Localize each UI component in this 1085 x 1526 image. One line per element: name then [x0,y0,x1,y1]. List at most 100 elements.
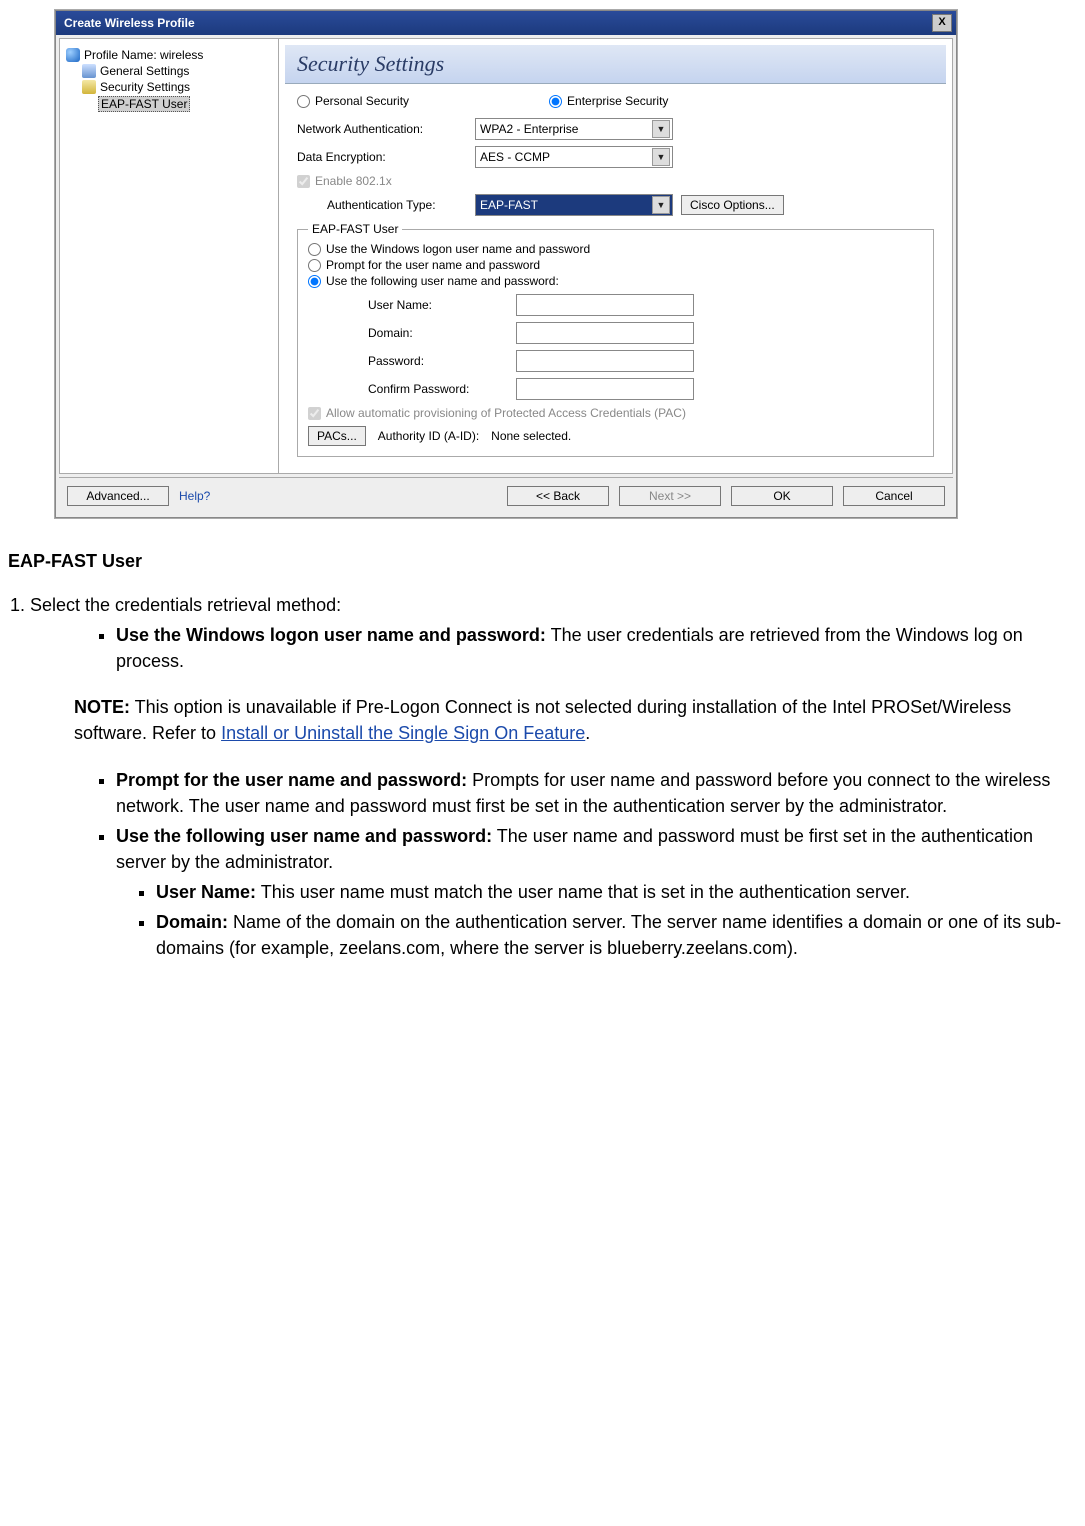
nav-item-general[interactable]: General Settings [64,63,274,79]
enable-8021x-checkbox: Enable 802.1x [297,174,934,188]
titlebar[interactable]: Create Wireless Profile X [56,11,956,35]
radio-input[interactable] [308,275,321,288]
globe-icon [66,48,80,62]
select-value: WPA2 - Enterprise [480,122,578,136]
network-auth-select[interactable]: WPA2 - Enterprise ▼ [475,118,673,140]
item-strong: User Name: [156,882,256,902]
chevron-down-icon[interactable]: ▼ [652,120,670,138]
device-icon [82,64,96,78]
pac-row: PACs... Authority ID (A-ID): None select… [308,426,923,446]
radio-input[interactable] [297,95,310,108]
user-name-input[interactable] [516,294,694,316]
auth-type-row: Authentication Type: EAP-FAST ▼ Cisco Op… [327,194,934,216]
select-value: EAP-FAST [480,198,538,212]
radio-label: Use the following user name and password… [326,274,559,288]
nav-label: EAP-FAST User [98,96,190,112]
help-link[interactable]: Help? [179,489,210,503]
enterprise-security-radio[interactable]: Enterprise Security [549,94,668,108]
confirm-password-row: Confirm Password: [368,378,923,400]
nav-tree: Profile Name: wireless General Settings … [60,39,279,473]
domain-input[interactable] [516,322,694,344]
field-label: Password: [368,354,508,368]
checkbox-input [308,407,321,420]
radio-input[interactable] [549,95,562,108]
security-mode-row: Personal Security Enterprise Security [297,94,934,108]
sso-install-link[interactable]: Install or Uninstall the Single Sign On … [221,723,585,743]
checkbox-label: Enable 802.1x [315,174,392,188]
password-row: Password: [368,350,923,372]
confirm-password-input[interactable] [516,378,694,400]
chevron-down-icon[interactable]: ▼ [652,148,670,166]
ok-button[interactable]: OK [731,486,833,506]
step-1: Select the credentials retrieval method:… [30,592,1077,961]
item-strong: Domain: [156,912,228,932]
field-label: Domain: [368,326,508,340]
password-input[interactable] [516,350,694,372]
list-item: Domain: Name of the domain on the authen… [156,909,1077,961]
item-text: This user name must match the user name … [256,882,910,902]
document-body: EAP-FAST User Select the credentials ret… [0,548,1085,995]
note-text-end: . [585,723,590,743]
titlebar-title: Create Wireless Profile [64,16,195,30]
use-windows-logon-radio[interactable]: Use the Windows logon user name and pass… [308,242,923,256]
nav-label: General Settings [100,64,189,78]
domain-row: Domain: [368,322,923,344]
radio-input[interactable] [308,243,321,256]
chevron-down-icon[interactable]: ▼ [652,196,670,214]
radio-input[interactable] [308,259,321,272]
field-label: Data Encryption: [297,150,467,164]
radio-label: Personal Security [315,94,409,108]
prompt-credentials-radio[interactable]: Prompt for the user name and password [308,258,923,272]
content-pane: Security Settings Personal Security Ente… [279,39,952,473]
note-paragraph: NOTE: This option is unavailable if Pre-… [74,694,1077,746]
item-text: Name of the domain on the authentication… [156,912,1061,958]
nav-label: Security Settings [100,80,190,94]
fieldset-legend: EAP-FAST User [308,222,402,236]
section-banner: Security Settings [285,45,946,84]
nav-item-profile[interactable]: Profile Name: wireless [64,47,274,63]
radio-label: Prompt for the user name and password [326,258,540,272]
auth-type-select[interactable]: EAP-FAST ▼ [475,194,673,216]
list-item: Prompt for the user name and password: P… [116,767,1077,819]
back-button[interactable]: << Back [507,486,609,506]
field-label: User Name: [368,298,508,312]
eap-fast-user-fieldset: EAP-FAST User Use the Windows logon user… [297,222,934,457]
dialog-body: Profile Name: wireless General Settings … [59,38,953,474]
data-encryption-select[interactable]: AES - CCMP ▼ [475,146,673,168]
data-encryption-row: Data Encryption: AES - CCMP ▼ [297,146,934,168]
nav-item-security[interactable]: Security Settings [64,79,274,95]
cancel-button[interactable]: Cancel [843,486,945,506]
pacs-button[interactable]: PACs... [308,426,366,446]
item-strong: Prompt for the user name and password: [116,770,467,790]
field-label: Confirm Password: [368,382,508,396]
radio-label: Enterprise Security [567,94,668,108]
field-label: Authentication Type: [327,198,467,212]
dialog-window: Create Wireless Profile X Profile Name: … [55,10,957,518]
dialog-footer: Advanced... Help? << Back Next >> OK Can… [59,477,953,514]
field-label: Network Authentication: [297,122,467,136]
item-strong: Use the following user name and password… [116,826,492,846]
item-strong: Use the Windows logon user name and pass… [116,625,546,645]
select-value: AES - CCMP [480,150,550,164]
step-text: Select the credentials retrieval method: [30,595,341,615]
use-following-credentials-radio[interactable]: Use the following user name and password… [308,274,923,288]
personal-security-radio[interactable]: Personal Security [297,94,409,108]
list-item: Use the following user name and password… [116,823,1077,961]
lock-icon [82,80,96,94]
cisco-options-button[interactable]: Cisco Options... [681,195,784,215]
next-button: Next >> [619,486,721,506]
network-auth-row: Network Authentication: WPA2 - Enterpris… [297,118,934,140]
doc-heading: EAP-FAST User [8,548,1077,574]
note-strong: NOTE: [74,697,130,717]
checkbox-label: Allow automatic provisioning of Protecte… [326,406,686,420]
close-icon[interactable]: X [932,14,952,32]
authority-id-label: Authority ID (A-ID): [378,429,479,443]
checkbox-input [297,175,310,188]
user-name-row: User Name: [368,294,923,316]
list-item: Use the Windows logon user name and pass… [116,622,1077,674]
radio-label: Use the Windows logon user name and pass… [326,242,590,256]
authority-id-value: None selected. [491,429,571,443]
nav-item-eapfast[interactable]: EAP-FAST User [64,95,274,113]
advanced-button[interactable]: Advanced... [67,486,169,506]
allow-pac-provisioning-checkbox: Allow automatic provisioning of Protecte… [308,406,923,420]
